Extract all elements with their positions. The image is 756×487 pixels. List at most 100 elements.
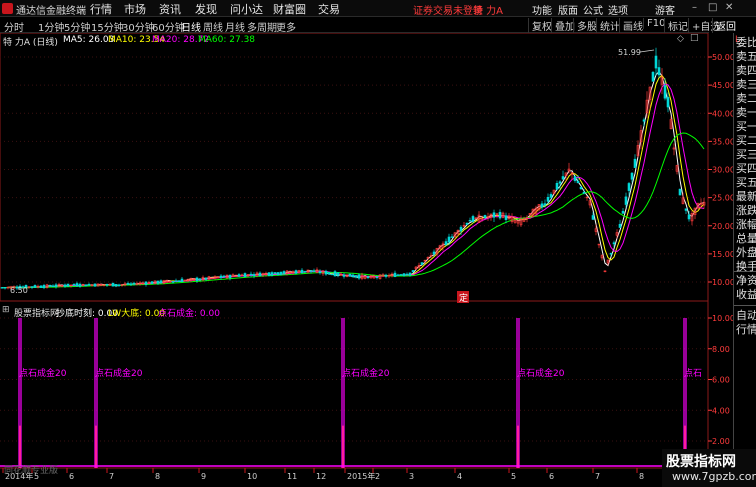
candle-body	[252, 274, 256, 277]
date-axis-label: 3	[409, 472, 414, 481]
candle-body	[324, 270, 328, 275]
period-tab-30min[interactable]: 30分钟	[122, 19, 155, 34]
quote-row-label: 总量	[736, 232, 756, 245]
candle-body	[657, 67, 661, 76]
candle-body	[171, 281, 175, 283]
candle-body	[444, 241, 448, 246]
auto-quote-toggle[interactable]: 自动	[736, 309, 756, 322]
menu-zixun[interactable]: 资讯	[159, 1, 181, 17]
menu-faxian[interactable]: 发现	[195, 1, 217, 17]
candle-body	[375, 276, 379, 279]
tool-fuquan[interactable]: 复权	[528, 18, 552, 33]
app-logo-icon	[2, 3, 13, 14]
period-tab-multi[interactable]: 多周期	[247, 19, 277, 34]
quote-row-label: 收益	[736, 288, 756, 301]
candle-body	[663, 85, 667, 99]
candle-body	[576, 180, 580, 184]
diamond-icon[interactable]: ◇	[677, 34, 684, 44]
menu-xuanxiang[interactable]: 选项	[608, 2, 628, 17]
price-axis-label: 40.00	[712, 109, 733, 118]
chart-area[interactable]: 点石成金20 点石成金20 点石成金20 点石成金20 点石 50.00 45.00 40.…	[0, 32, 735, 487]
candle-body	[243, 273, 247, 278]
menu-youke[interactable]: 游客	[655, 2, 675, 17]
candle-body	[42, 285, 46, 289]
candle-body	[384, 274, 388, 277]
candle-body	[687, 214, 691, 220]
tool-duogu[interactable]: 多股	[573, 18, 597, 33]
minimize-icon[interactable]: –	[692, 2, 697, 13]
kline-chart[interactable]: 点石成金20 点石成金20 点石成金20 点石成金20 点石 50.00 45.00 40.…	[0, 32, 735, 487]
period-tab-weekly[interactable]: 周线	[203, 19, 223, 34]
candle-body	[357, 274, 361, 279]
candle-body	[348, 273, 352, 277]
period-tab-fenshi[interactable]: 分时	[4, 19, 24, 34]
site-watermark: 股票指标网 www.7gpzb.com	[662, 449, 756, 487]
candle-body	[159, 280, 163, 283]
quote-row-label: 外盘	[736, 246, 756, 259]
period-tab-60min[interactable]: 60分钟	[152, 19, 185, 34]
candle-body	[84, 284, 88, 287]
indicator-axis-label: 6.00	[712, 376, 730, 385]
candle-body	[405, 273, 409, 276]
menu-jiaoyi[interactable]: 交易	[318, 1, 340, 17]
period-tab-5min[interactable]: 5分钟	[64, 19, 90, 34]
quote-row-label: 卖四	[736, 64, 756, 77]
collapse-icon[interactable]: □	[690, 33, 699, 43]
candle-body	[39, 285, 43, 288]
period-tab-1min[interactable]: 1分钟	[38, 19, 64, 34]
candle-body	[267, 272, 271, 276]
menu-wenxiaoda[interactable]: 问小达	[230, 1, 263, 17]
tool-back[interactable]: 返回	[712, 18, 736, 33]
price-axis-label: 30.00	[712, 166, 733, 175]
candle-body	[633, 158, 637, 168]
tool-tongji[interactable]: 统计	[596, 18, 620, 33]
price-axis-label: 35.00	[712, 137, 733, 146]
candle-body	[624, 196, 628, 205]
date-axis-label: 8	[155, 472, 160, 481]
menu-gongshi[interactable]: 公式	[583, 2, 603, 17]
candle-body	[75, 283, 79, 287]
candle-body	[342, 274, 346, 277]
app-title: 通达信金融终端	[16, 6, 86, 17]
ding-marker[interactable]: 定	[459, 292, 468, 304]
candle-body	[366, 276, 370, 278]
candle-body	[258, 272, 262, 277]
price-axis-label: 50.00	[712, 53, 733, 62]
menu-shichang[interactable]: 市场	[124, 1, 146, 17]
menu-gongneng[interactable]: 功能	[532, 2, 552, 17]
tool-huaxian[interactable]: 画线	[619, 18, 643, 33]
watermark-url: www.7gpzb.com	[672, 470, 756, 483]
period-tab-daily[interactable]: 日线	[181, 19, 201, 34]
candle-body	[33, 285, 37, 288]
period-tab-monthly[interactable]: 月线	[225, 19, 245, 34]
date-axis-label: 2015年	[347, 471, 375, 481]
candle-body	[402, 273, 406, 276]
close-icon[interactable]: ✕	[725, 2, 733, 13]
tool-diejia[interactable]: 叠加	[551, 18, 575, 33]
quote-row-label: 涨跌	[736, 204, 756, 217]
menu-hangqing[interactable]: 行情	[90, 1, 112, 17]
candle-body	[411, 270, 415, 273]
tool-f10[interactable]: F10	[643, 18, 665, 29]
date-axis-label: 6	[69, 472, 74, 481]
auto-quote-toggle[interactable]: 行情	[736, 323, 756, 336]
candle-body	[642, 119, 646, 122]
menu-caifuquan[interactable]: 财富圈	[273, 1, 306, 17]
candle-body	[498, 211, 502, 219]
candle-body	[399, 274, 403, 276]
maximize-icon[interactable]: □	[708, 2, 717, 13]
period-tab-15min[interactable]: 15分钟	[91, 19, 124, 34]
tool-biaoji[interactable]: 标记	[664, 18, 688, 33]
candle-body	[0, 287, 4, 289]
quote-row-label: 买三	[736, 148, 756, 161]
period-tab-more[interactable]: 更多	[276, 19, 296, 34]
menu-banmian[interactable]: 版面	[558, 2, 578, 17]
candle-body	[651, 71, 655, 82]
candle-body	[549, 194, 553, 198]
indicator-settings-icon[interactable]: ⊞	[2, 305, 10, 315]
quote-row-label: 最新	[736, 190, 756, 203]
candle-body	[222, 275, 226, 278]
candle-body	[432, 251, 436, 255]
indicator-title: 股票指标网	[14, 309, 60, 319]
candle-body	[546, 196, 550, 202]
